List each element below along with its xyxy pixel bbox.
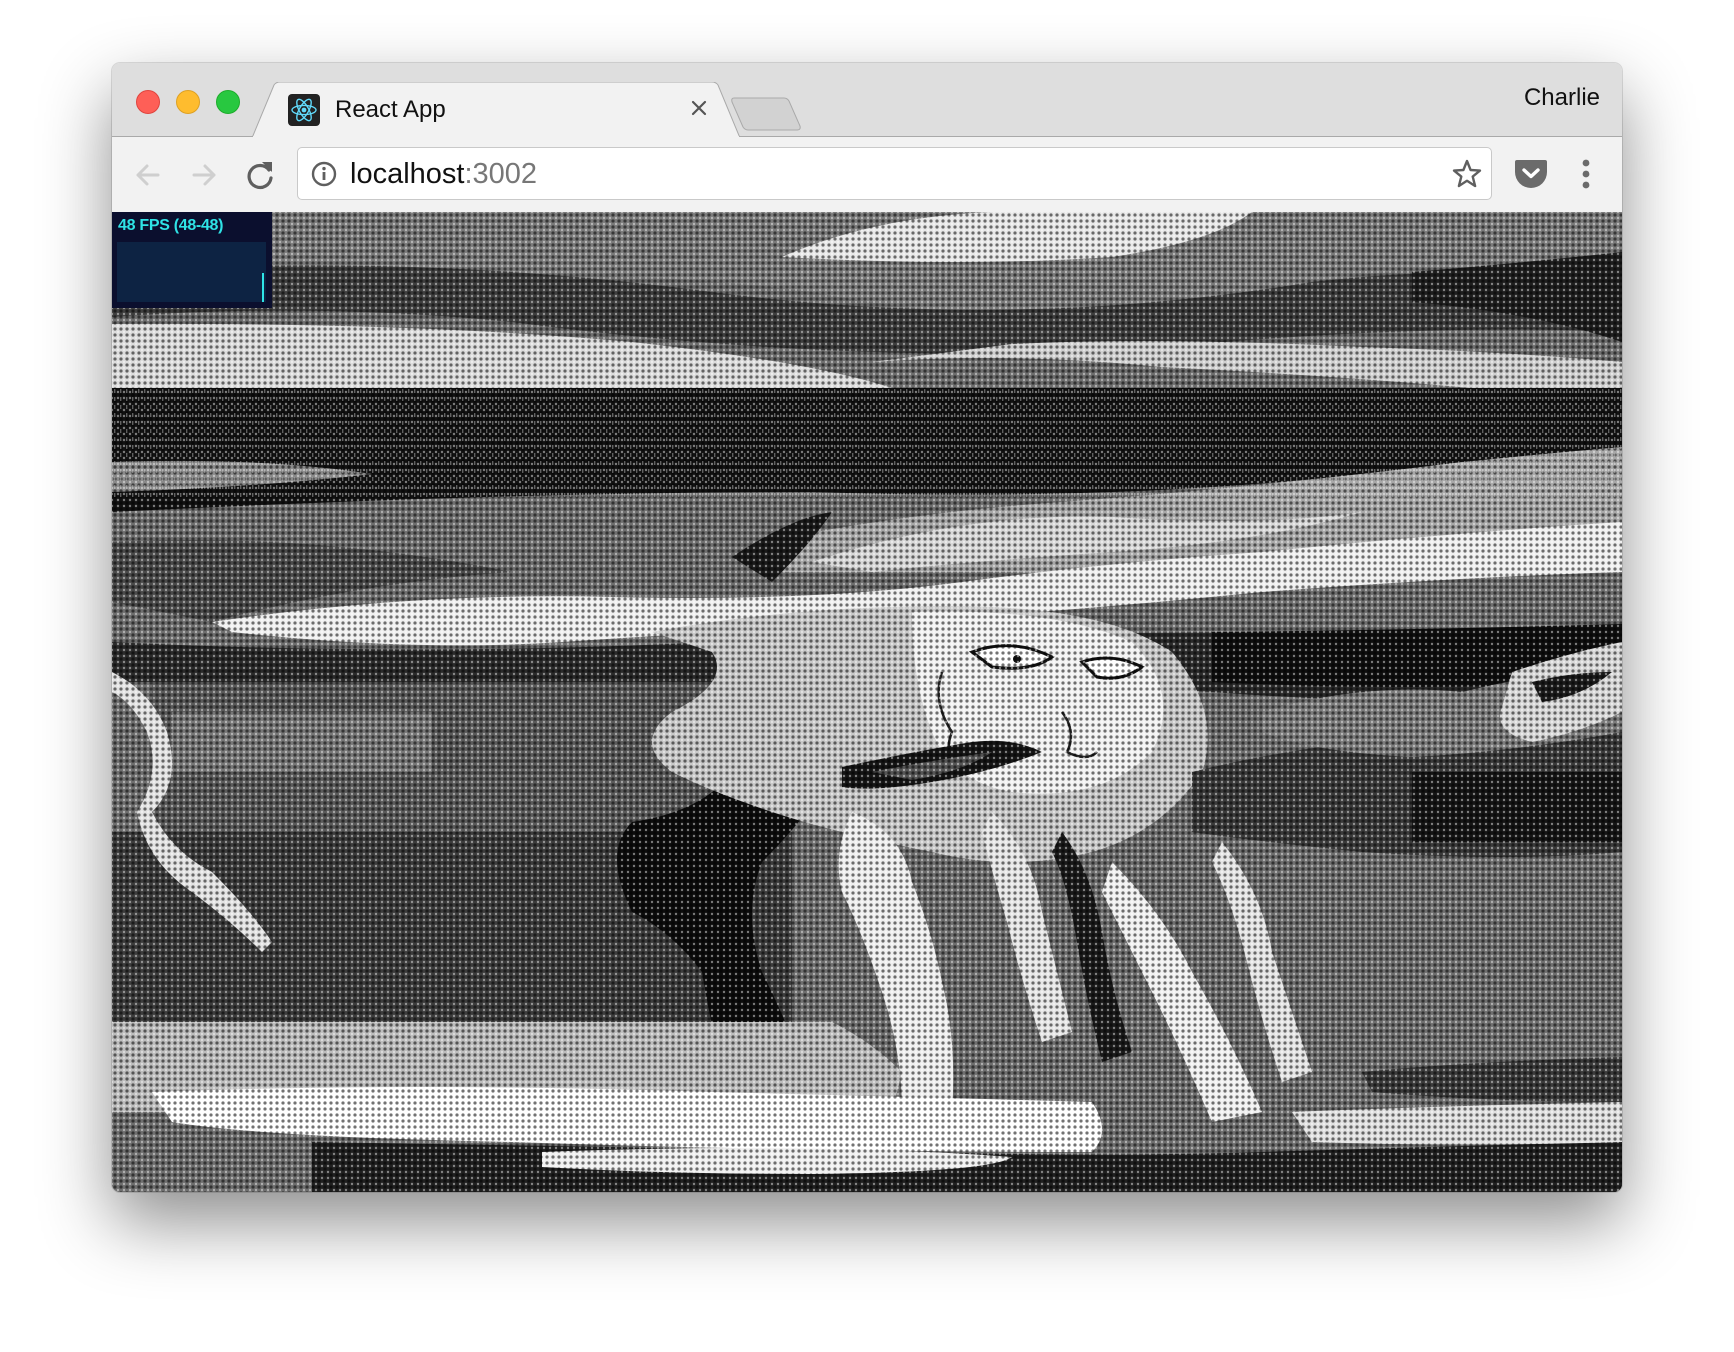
tab-shape	[252, 82, 741, 138]
url-port: :3002	[464, 158, 538, 190]
more-vertical-icon[interactable]	[1572, 155, 1600, 193]
info-icon[interactable]	[310, 160, 338, 188]
fps-label: 48 FPS (48-48)	[118, 217, 224, 234]
profile-name[interactable]: Charlie	[1524, 83, 1600, 113]
arrow-left-icon[interactable]	[130, 157, 166, 193]
toolbar: localhost:3002	[112, 137, 1622, 212]
fps-graph-bar	[262, 273, 264, 302]
new-tab-icon[interactable]	[730, 96, 802, 132]
reload-icon[interactable]	[242, 157, 278, 193]
arrow-right-icon[interactable]	[186, 157, 222, 193]
url-text[interactable]: localhost:3002	[350, 158, 537, 190]
close-icon[interactable]	[687, 96, 711, 120]
react-logo-icon	[288, 94, 320, 126]
close-window-button[interactable]	[136, 90, 160, 114]
tab-title: React App	[335, 96, 446, 123]
halftone-canvas[interactable]	[112, 212, 1622, 1192]
url-host: localhost	[350, 158, 465, 190]
star-icon[interactable]	[1451, 158, 1483, 190]
browser-window: React App Charlie localhost:3002 48 FPS …	[112, 63, 1622, 1192]
tab-react-app[interactable]: React App	[252, 82, 742, 138]
halftone-dots-light	[112, 212, 1622, 1192]
address-bar[interactable]: localhost:3002	[297, 147, 1492, 200]
page-content: 48 FPS (48-48)	[112, 212, 1622, 1192]
zoom-window-button[interactable]	[216, 90, 240, 114]
fps-meter: 48 FPS (48-48)	[112, 212, 272, 308]
minimize-window-button[interactable]	[176, 90, 200, 114]
fps-graph	[117, 242, 266, 302]
tab-strip: React App Charlie	[112, 63, 1622, 138]
halftone-lines	[112, 388, 1622, 498]
pocket-icon[interactable]	[1514, 159, 1548, 189]
